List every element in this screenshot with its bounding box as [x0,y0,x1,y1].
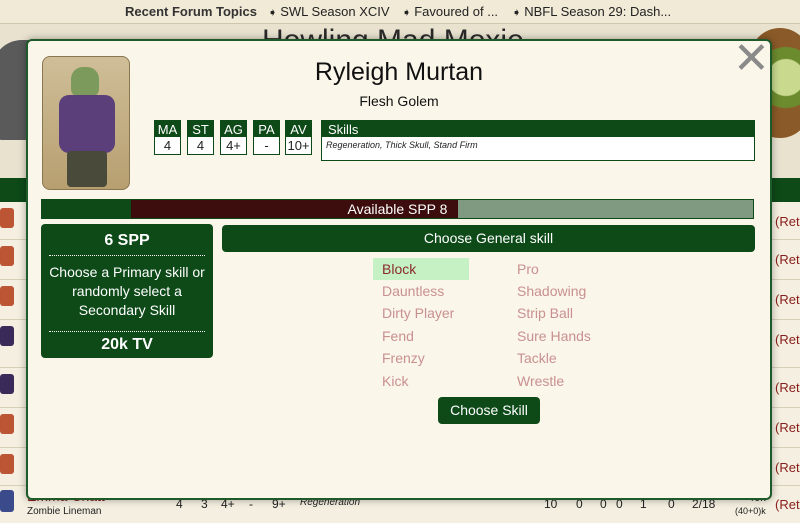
player-value-detail: (40+0)k [735,506,766,516]
skill-option-fend[interactable]: Fend [373,325,469,347]
skill-category-header: Choose General skill [222,225,755,252]
player-name: Ryleigh Murtan [314,58,484,86]
player-icon [0,490,14,512]
skill-option-shadowing[interactable]: Shadowing [508,280,618,302]
retire-link[interactable]: (Reti [775,497,800,512]
close-icon[interactable]: ✕ [733,37,770,81]
retire-link[interactable]: (Reti [775,380,800,395]
skills-list: Regeneration, Thick Skull, Stand Firm [321,137,755,161]
skill-cost-panel: 6 SPP Choose a Primary skill or randomly… [41,224,213,358]
player-portrait [42,56,130,190]
spp-available-label: Available SPP 8 [347,201,448,217]
stat-pa: PA - [253,120,280,155]
tv-increase: 20k TV [101,336,153,353]
player-icon [0,286,14,306]
skill-option-tackle[interactable]: Tackle [508,347,604,369]
portrait-body [59,95,115,153]
spp-progress-bar: Available SPP 8 [41,199,754,219]
choose-skill-button[interactable]: Choose Skill [438,397,540,424]
recent-topics-label: Recent Forum Topics [125,4,257,19]
skill-choice-description: Choose a Primary skill or randomly selec… [49,264,205,318]
topic-link-3[interactable]: ➧ NBFL Season 29: Dash... [512,4,671,19]
stat-label: PA [253,120,280,137]
stat-value: 4 [187,137,214,155]
topic-icon: ➧ [268,7,278,19]
stat-label: AG [220,120,247,137]
topic-link-2[interactable]: ➧ Favoured of ... [402,4,498,19]
retire-link[interactable]: (Reti [775,252,800,267]
stat-label: MA [154,120,181,137]
retire-link[interactable]: (Reti [775,460,800,475]
portrait-head [71,67,99,97]
divider [49,255,205,256]
player-icon [0,454,14,474]
player-position: Flesh Golem [359,93,439,109]
skill-cost: 6 SPP [104,232,150,249]
skill-option-frenzy[interactable]: Frenzy [373,347,469,369]
recent-topics-bar: Recent Forum Topics ➧ SWL Season XCIV ➧ Fa… [0,0,800,24]
stat-ag: AG 4+ [220,120,247,155]
topic-icon: ➧ [512,7,522,19]
skill-option-pro[interactable]: Pro [508,258,604,280]
player-icon [0,326,14,346]
portrait-legs [67,151,107,187]
skills-header: Skills [321,120,755,137]
stat-label: ST [187,120,214,137]
retire-link[interactable]: (Reti [775,292,800,307]
skill-option-sure-hands[interactable]: Sure Hands [508,325,618,347]
skill-option-strip-ball[interactable]: Strip Ball [508,302,604,324]
skill-option-dirty-player[interactable]: Dirty Player [373,302,483,324]
player-icon [0,208,14,228]
stat-value: - [253,137,280,155]
skills-box: Skills Regeneration, Thick Skull, Stand … [321,120,755,161]
stat-av: AV 10+ [285,120,312,155]
topic-icon: ➧ [402,7,412,19]
player-icon [0,246,14,266]
stat-ma: MA 4 [154,120,181,155]
retire-link[interactable]: (Reti [775,214,800,229]
player-position: Zombie Lineman [27,506,102,517]
retire-link[interactable]: (Reti [775,332,800,347]
stat-st: ST 4 [187,120,214,155]
stat-value: 10+ [285,137,312,155]
skill-option-block[interactable]: Block [373,258,469,280]
skill-option-dauntless[interactable]: Dauntless [373,280,469,302]
skill-option-kick[interactable]: Kick [373,370,469,392]
divider [49,331,205,332]
skill-option-wrestle[interactable]: Wrestle [508,370,604,392]
stat-value: 4 [154,137,181,155]
player-icon [0,414,14,434]
stat-label: AV [285,120,312,137]
stat-value: 4+ [220,137,247,155]
topic-link-1[interactable]: ➧ SWL Season XCIV [268,4,390,19]
player-icon [0,374,14,394]
retire-link[interactable]: (Reti [775,420,800,435]
